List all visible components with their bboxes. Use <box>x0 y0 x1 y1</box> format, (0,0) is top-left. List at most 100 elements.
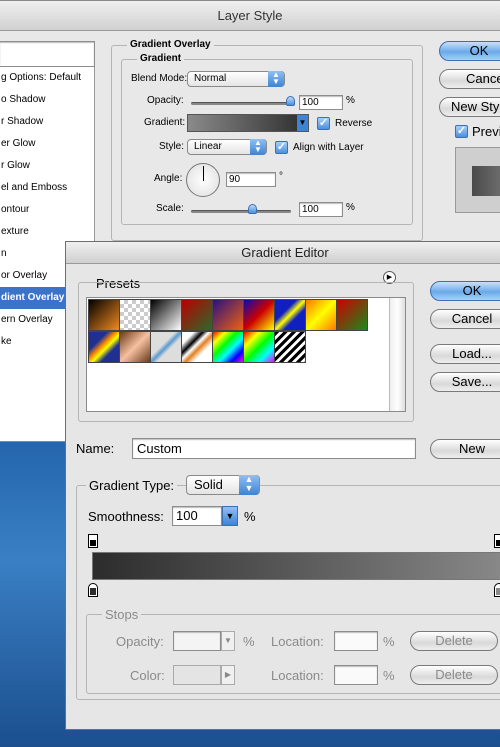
preset-swatch[interactable] <box>181 299 213 331</box>
stop-color-swatch[interactable] <box>173 665 221 685</box>
cancel-button[interactable]: Cance <box>439 69 500 89</box>
scale-field[interactable]: 100 <box>299 202 343 217</box>
stop-opacity-dropdown-icon[interactable]: ▼ <box>221 631 235 651</box>
preview-swatch <box>472 166 500 196</box>
gradient-bar <box>92 552 500 580</box>
smoothness-percent: % <box>244 509 256 524</box>
group-title: Gradient <box>137 53 185 64</box>
stop-opacity-label: Opacity: <box>116 634 164 649</box>
reverse-checkbox[interactable]: ✓ <box>317 117 330 130</box>
new-style-button[interactable]: New Sty <box>439 97 500 117</box>
updown-arrow-icon: ▲ ▼ <box>250 139 266 155</box>
reverse-label: Reverse <box>335 118 373 129</box>
stop-color-location-field[interactable] <box>334 665 378 685</box>
stop-opacity-percent: % <box>243 634 255 649</box>
preset-swatch[interactable] <box>274 331 306 363</box>
preset-swatch[interactable] <box>336 299 368 331</box>
scale-slider-knob[interactable] <box>248 204 257 214</box>
preview-checkbox[interactable]: ✓ <box>455 125 468 138</box>
preset-swatch[interactable] <box>119 299 151 331</box>
delete-color-stop-button[interactable]: Delete <box>410 665 498 685</box>
name-input[interactable]: Custom <box>132 438 416 459</box>
sidebar-item[interactable]: ontour <box>0 199 92 221</box>
angle-dial[interactable] <box>186 163 220 197</box>
gradient-swatch[interactable] <box>187 114 309 132</box>
preset-swatch[interactable] <box>212 299 244 331</box>
align-with-layer-checkbox[interactable]: ✓ <box>275 141 288 154</box>
preset-swatch[interactable] <box>88 331 120 363</box>
opacity-label: Opacity: <box>147 95 184 106</box>
preset-swatch[interactable] <box>119 331 151 363</box>
align-with-layer-label: Align with Layer <box>293 142 364 153</box>
ok-button[interactable]: OK <box>439 41 500 61</box>
stop-opacity-field[interactable] <box>173 631 221 651</box>
smoothness-field[interactable]: 100 <box>172 506 222 526</box>
preset-swatch[interactable] <box>305 299 337 331</box>
angle-dial-needle <box>203 166 204 181</box>
gradient-editor-title: Gradient Editor <box>66 242 500 264</box>
delete-opacity-stop-button[interactable]: Delete <box>410 631 498 651</box>
preset-swatch[interactable] <box>181 331 213 363</box>
preset-swatch[interactable] <box>243 331 275 363</box>
preview-box <box>455 147 500 213</box>
preset-swatch[interactable] <box>150 299 182 331</box>
stops-label: Stops <box>102 607 142 622</box>
angle-label: Angle: <box>154 173 183 184</box>
stop-opacity-location-percent: % <box>383 634 395 649</box>
color-stop-right[interactable] <box>494 583 500 597</box>
opacity-stop-right[interactable] <box>494 534 500 548</box>
preset-swatch[interactable] <box>150 331 182 363</box>
smoothness-dropdown-icon[interactable]: ▼ <box>222 506 238 526</box>
sidebar-item[interactable]: er Glow <box>0 133 92 155</box>
stop-color-arrow-icon[interactable]: ▶ <box>221 665 235 685</box>
gradient-label: Gradient: <box>144 117 186 128</box>
degree-symbol: ° <box>279 171 283 182</box>
sidebar-item[interactable]: r Glow <box>0 155 92 177</box>
stop-color-label: Color: <box>130 668 165 683</box>
preset-swatch[interactable] <box>243 299 275 331</box>
sidebar-item[interactable]: r Shadow <box>0 111 92 133</box>
stop-color-location-percent: % <box>383 668 395 683</box>
sidebar-item[interactable]: g Options: Default <box>0 67 92 89</box>
stop-opacity-location-label: Location: <box>271 634 324 649</box>
section-title: Gradient Overlay <box>127 39 214 50</box>
angle-field[interactable]: 90 <box>226 172 276 187</box>
opacity-field[interactable]: 100 <box>299 95 343 110</box>
save-button[interactable]: Save... <box>430 372 500 392</box>
presets-scrollbar[interactable] <box>389 298 405 411</box>
sidebar-item[interactable]: exture <box>0 221 92 243</box>
name-label: Name: <box>76 441 115 456</box>
scale-slider[interactable] <box>191 210 291 213</box>
gradient-type-label: Gradient Type: <box>86 478 178 493</box>
style-select[interactable]: Linear ▲ ▼ <box>187 139 267 155</box>
style-label: Style: <box>159 141 185 152</box>
scale-label: Scale: <box>156 203 184 214</box>
preset-swatch[interactable] <box>212 331 244 363</box>
gradient-type-select[interactable]: Solid ▲ ▼ <box>186 475 260 495</box>
updown-arrow-icon: ▲ ▼ <box>239 475 259 495</box>
opacity-percent: % <box>346 95 355 106</box>
updown-arrow-icon: ▲ ▼ <box>268 71 284 87</box>
preset-swatch[interactable] <box>274 299 306 331</box>
opacity-slider-knob[interactable] <box>286 96 295 106</box>
layer-style-title: Layer Style <box>0 1 500 31</box>
new-gradient-button[interactable]: New <box>430 439 500 459</box>
preview-label: Previ <box>472 124 500 139</box>
stop-color-location-label: Location: <box>271 668 324 683</box>
opacity-stop-left[interactable] <box>88 534 98 548</box>
editor-cancel-button[interactable]: Cancel <box>430 309 500 329</box>
gradient-dropdown-arrow-icon[interactable]: ▼ <box>297 115 308 131</box>
blend-mode-label: Blend Mode: <box>131 73 188 84</box>
styles-header-box <box>0 41 95 67</box>
scale-percent: % <box>346 202 355 213</box>
editor-ok-button[interactable]: OK <box>430 281 500 301</box>
preset-swatch[interactable] <box>88 299 120 331</box>
sidebar-item[interactable]: o Shadow <box>0 89 92 111</box>
color-stop-left[interactable] <box>88 583 98 597</box>
gradient-editor-window: Gradient Editor Presets ▶ OK Cancel Load… <box>65 241 500 730</box>
sidebar-item[interactable]: el and Emboss <box>0 177 92 199</box>
blend-mode-select[interactable]: Normal ▲ ▼ <box>187 71 285 87</box>
load-button[interactable]: Load... <box>430 344 500 364</box>
stop-opacity-location-field[interactable] <box>334 631 378 651</box>
opacity-slider[interactable] <box>191 102 291 105</box>
